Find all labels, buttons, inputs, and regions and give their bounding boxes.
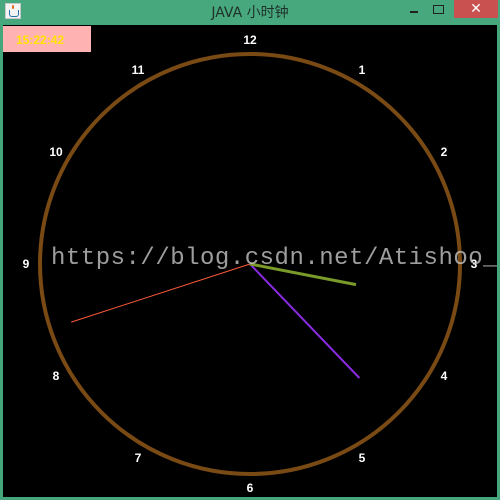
maximize-icon: [432, 4, 444, 14]
clock-numeral-4: 4: [441, 369, 448, 383]
second-hand: [71, 263, 251, 323]
minimize-button[interactable]: [402, 0, 426, 18]
close-icon: ✕: [470, 1, 482, 17]
clock-numeral-9: 9: [23, 257, 30, 271]
clock-numeral-1: 1: [359, 63, 366, 77]
maximize-button[interactable]: [426, 0, 450, 18]
watermark-text: https://blog.csdn.net/Atishoo_13: [51, 245, 497, 272]
clock-numeral-10: 10: [49, 145, 63, 159]
title-bar[interactable]: JAVA 小时钟 ✕: [0, 0, 500, 24]
clock-numeral-7: 7: [135, 451, 142, 465]
clock-canvas: 15:22:42 12 1 2 3 4 5 6 7 8 9 10 11 https://blog.cs…: [3, 25, 497, 497]
clock-numeral-5: 5: [359, 451, 366, 465]
clock-numeral-11: 11: [132, 63, 145, 77]
app-window: JAVA 小时钟 ✕ 15:22:42 12 1 2 3 4 5 6 7 8 9 10 11 http…: [0, 0, 500, 500]
clock-numeral-12: 12: [243, 33, 257, 47]
clock-numeral-8: 8: [53, 369, 60, 383]
close-button[interactable]: ✕: [454, 0, 498, 18]
clock-numeral-6: 6: [247, 481, 254, 495]
clock-numeral-2: 2: [441, 145, 448, 159]
minimize-icon: [410, 11, 418, 13]
